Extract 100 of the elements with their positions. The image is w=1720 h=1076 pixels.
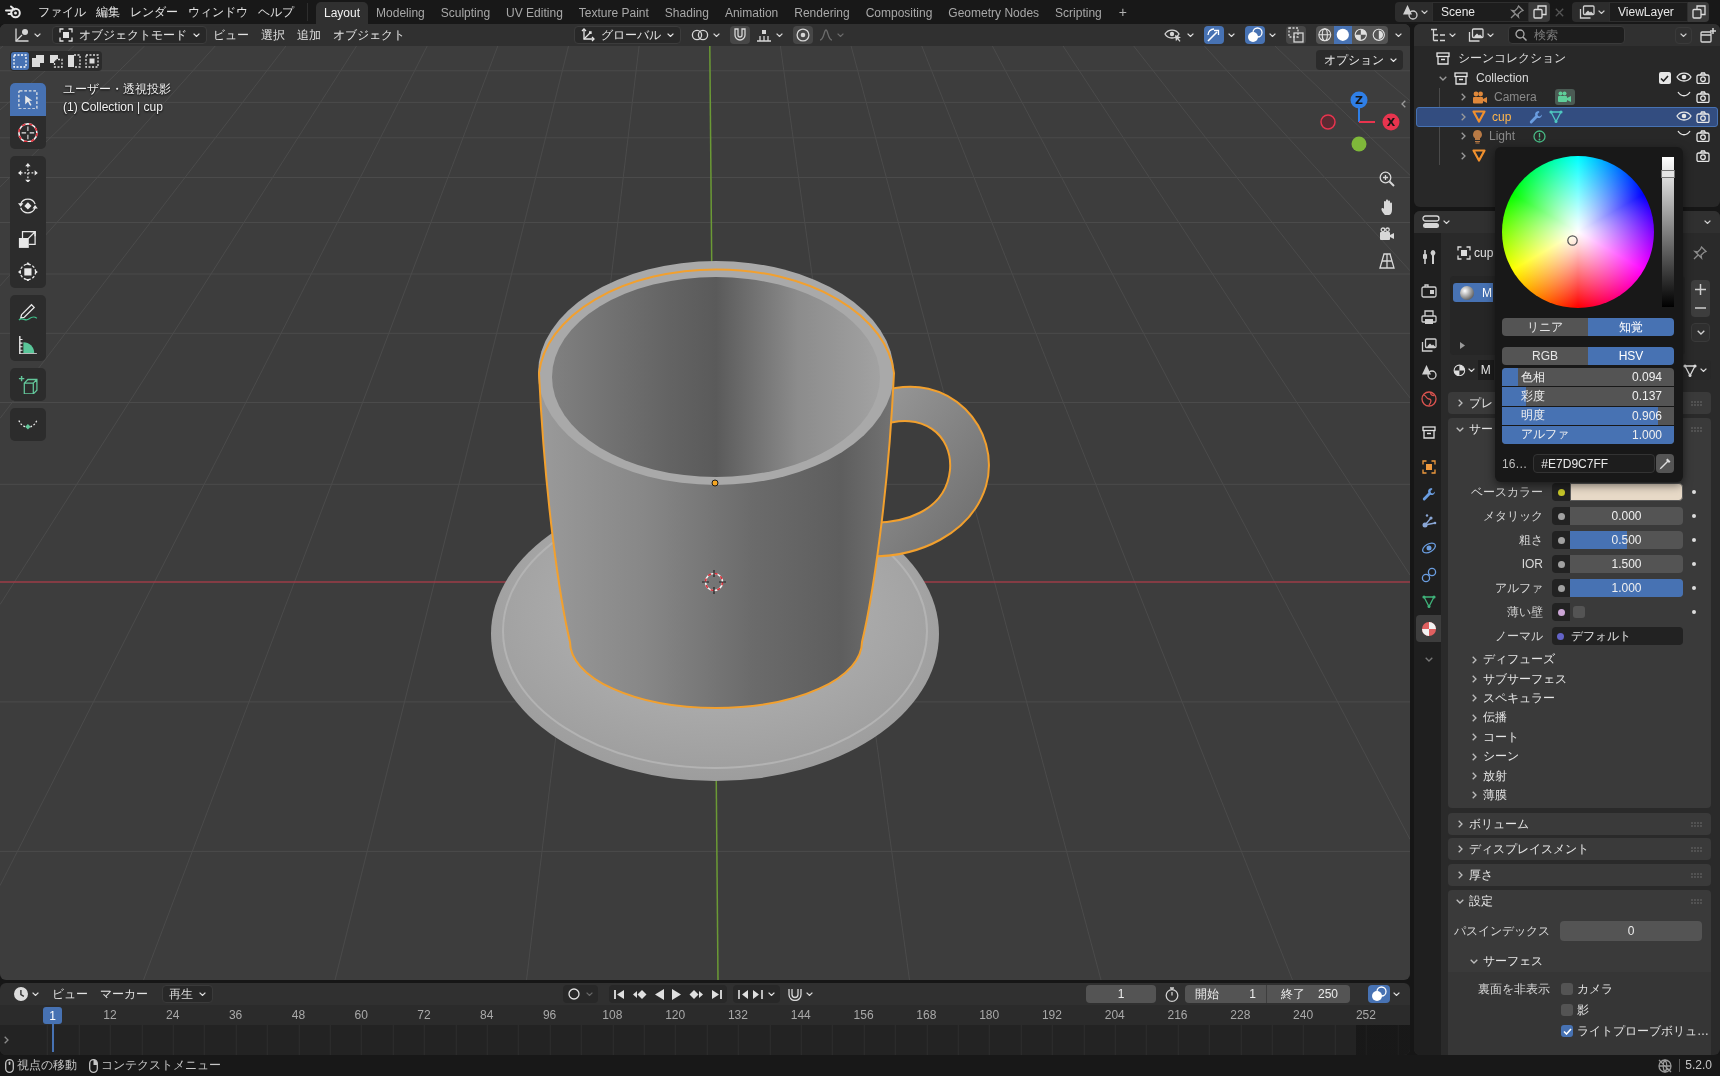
value-slider[interactable]: 0.500 [1570,531,1683,549]
caret-icon[interactable] [1393,992,1400,996]
camera-icon[interactable] [1695,130,1710,143]
color-value-slider[interactable]: 色相 0.094 [1502,368,1674,387]
menu-item[interactable]: 追加 [291,26,327,44]
subpanel-title[interactable]: 伝播 [1483,709,1507,727]
chevron-right-icon[interactable] [1471,752,1477,761]
caret-icon[interactable] [768,992,775,996]
start-frame-field[interactable]: 開始 1 [1185,985,1266,1003]
add-workspace-button[interactable]: + [1109,2,1136,22]
play-icon[interactable] [672,988,681,1000]
drag-handle-icon[interactable] [1691,400,1702,406]
navigation-gizmo[interactable]: Z X [1319,91,1401,153]
triangle-vertices-icon[interactable] [1549,110,1564,124]
workspace-tab[interactable]: Texture Paint [570,2,657,24]
color-value-slider[interactable]: アルファ 1.000 [1502,425,1674,444]
pin-icon[interactable] [1693,246,1707,260]
playhead-marker[interactable]: 1 [43,1007,62,1024]
pin-icon[interactable] [1510,5,1524,19]
workspace-tab[interactable]: Shading [656,2,717,24]
workspace-tab[interactable]: UV Editing [498,2,571,24]
chevron-right-icon[interactable] [1471,791,1477,800]
drag-handle-icon[interactable] [1691,872,1702,878]
drag-handle-icon[interactable] [1691,426,1702,432]
checkbox[interactable] [1561,1004,1573,1017]
menu-item[interactable]: 選択 [255,26,291,44]
end-frame-field[interactable]: 終了 250 [1266,985,1350,1003]
shading-button[interactable] [1352,26,1370,44]
camera-icon[interactable] [1695,91,1710,104]
menu-item[interactable]: オブジェクト [327,26,411,44]
editor-type-button[interactable] [1422,215,1450,229]
chevron-right-icon[interactable] [1460,151,1466,160]
select-mode-button[interactable] [83,52,101,70]
chevron-right-icon[interactable] [1457,820,1463,829]
gizmo-toggle[interactable] [1204,26,1224,44]
workspace-tab[interactable]: Layout [316,2,369,24]
select-mode-button[interactable] [29,52,47,70]
panel-title[interactable]: プレ [1469,394,1493,412]
workspace-tab[interactable]: Geometry Nodes [940,2,1048,24]
checkbox[interactable] [1561,983,1573,996]
panel-title[interactable]: 厚さ [1469,866,1493,884]
drag-handle-icon[interactable] [1691,898,1702,904]
chevron-right-icon[interactable] [1460,132,1466,141]
drag-handle-icon[interactable] [1691,846,1702,852]
color-value-slider[interactable]: 明度 0.906 [1502,406,1674,425]
workspace-tab[interactable]: Scripting [1047,2,1110,24]
camera-icon[interactable] [1695,72,1710,85]
tree-item-label[interactable]: Light [1489,129,1516,144]
eye-closed-icon[interactable] [1676,91,1691,98]
checkbox[interactable] [1561,1025,1573,1038]
filter-mode-button[interactable] [1468,26,1494,44]
chevron-right-icon[interactable] [1457,399,1463,407]
panel-title[interactable]: ボリューム [1469,815,1529,833]
menu-item[interactable]: ビュー [207,26,255,44]
duplicate-button[interactable] [1688,2,1709,22]
auto-key-button[interactable] [563,985,598,1003]
socket-dot-icon[interactable] [1557,632,1564,640]
keying-dropdown[interactable] [788,987,813,1001]
playback-dropdown[interactable]: 再生 [162,985,213,1003]
stopwatch-icon[interactable] [1165,986,1179,1002]
keyframe-forward-icon[interactable] [753,988,763,1000]
camera-icon[interactable] [1695,149,1710,162]
value-slider-track[interactable] [1662,157,1674,307]
select-mode-button[interactable] [11,52,29,70]
subpanel-title[interactable]: ディフューズ [1483,651,1555,669]
keyframe-dot-icon[interactable] [1692,610,1696,614]
view-sync-toggle[interactable] [1368,985,1390,1003]
checkbox-label[interactable]: 影 [1577,1001,1589,1019]
subpanel-title[interactable]: シーン [1483,748,1519,766]
close-icon[interactable] [1555,7,1564,17]
panel-title[interactable]: 設定 [1469,892,1493,910]
view-layer-selector-button[interactable] [1572,2,1609,22]
checkbox-label[interactable]: ライトプローブボリュ… [1577,1022,1709,1040]
tree-item-label[interactable]: シーンコレクション [1458,50,1566,68]
zoom-icon[interactable] [1379,171,1395,187]
new-collection-icon[interactable] [1700,27,1716,43]
jump-start-icon[interactable] [614,988,625,1000]
chevron-down-icon[interactable] [1439,75,1447,81]
chevron-right-icon[interactable] [1460,93,1466,102]
chevron-right-icon[interactable] [1471,694,1477,703]
menu-item[interactable]: ウィンドウ [183,2,253,22]
camera-icon[interactable] [1695,110,1710,123]
keyframe-dot-icon[interactable] [1692,490,1696,494]
shading-button[interactable] [1316,26,1334,44]
chevron-right-icon[interactable] [1457,845,1463,854]
tree-item-label[interactable]: Camera [1494,90,1537,105]
slider-handle[interactable] [1661,170,1675,179]
number-field[interactable]: 0 [1560,921,1702,942]
keyframe-dot-icon[interactable] [1692,538,1696,542]
select-mode-button[interactable] [47,52,65,70]
chevron-right-icon[interactable] [1471,733,1477,742]
slot-menu-button[interactable] [1691,323,1710,342]
chevron-left-icon[interactable] [1401,100,1406,108]
chevron-right-icon[interactable] [1457,871,1463,880]
movie-camera-icon[interactable] [1554,89,1575,106]
menu-item[interactable]: 編集 [91,2,125,22]
scene-name-field[interactable]: Scene [1432,2,1529,22]
previous-keyframe-icon[interactable] [633,988,647,1000]
socket-dot-icon[interactable] [1557,488,1565,496]
caret-icon[interactable] [1704,220,1711,224]
